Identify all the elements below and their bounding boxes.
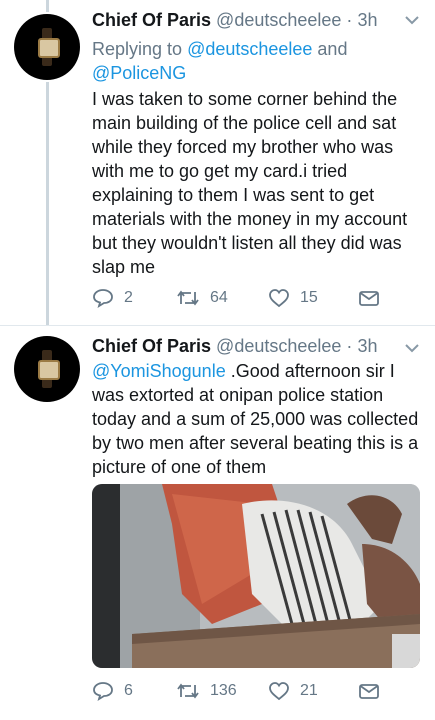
display-name[interactable]: Chief Of Paris: [92, 10, 211, 30]
tweet-header: Chief Of Paris @deutscheelee · 3h: [92, 8, 377, 32]
tweet-text: @YomiShogunle .Good afternoon sir I was …: [92, 359, 422, 479]
reply-icon: [93, 289, 113, 308]
retweet-count: 136: [210, 682, 237, 699]
separator-dot: ·: [346, 10, 353, 30]
share-button[interactable]: [358, 681, 380, 701]
timestamp[interactable]: 3h: [357, 336, 377, 356]
like-button[interactable]: 15: [268, 288, 318, 308]
share-icon: [359, 684, 379, 699]
like-icon: [269, 289, 289, 308]
retweet-button[interactable]: 136: [176, 681, 237, 701]
like-button[interactable]: 21: [268, 681, 318, 701]
tweet-header: Chief Of Paris @deutscheelee · 3h: [92, 334, 377, 358]
like-icon: [269, 682, 289, 701]
reply-icon: [93, 682, 113, 701]
tweet-1[interactable]: Chief Of Paris @deutscheelee · 3h Replyi…: [0, 0, 435, 325]
share-button[interactable]: [358, 288, 380, 308]
separator-dot: ·: [346, 336, 353, 356]
share-icon: [359, 291, 379, 306]
tweet-photo[interactable]: [92, 484, 420, 668]
replying-to-prefix: Replying to: [92, 39, 188, 59]
replying-to: Replying to @deutscheelee and @PoliceNG: [92, 37, 422, 85]
username[interactable]: @deutscheelee: [216, 10, 341, 30]
timestamp[interactable]: 3h: [357, 10, 377, 30]
display-name[interactable]: Chief Of Paris: [92, 336, 211, 356]
chevron-down-icon[interactable]: [405, 12, 419, 28]
retweet-button[interactable]: 64: [176, 288, 228, 308]
avatar[interactable]: [14, 14, 80, 80]
avatar[interactable]: [14, 336, 80, 402]
reply-count: 2: [124, 289, 133, 306]
tweet-text: I was taken to some corner behind the ma…: [92, 89, 408, 277]
reply-count: 6: [124, 682, 133, 699]
retweet-icon: [177, 290, 199, 306]
replying-to-and: and: [312, 39, 348, 59]
like-count: 15: [300, 289, 318, 306]
retweet-count: 64: [210, 289, 228, 306]
replying-to-mention-2[interactable]: @PoliceNG: [92, 63, 186, 83]
tweet-actions: 6 136 21: [92, 681, 392, 707]
chevron-down-icon[interactable]: [405, 340, 419, 356]
mention-link[interactable]: @YomiShogunle: [92, 361, 226, 381]
retweet-icon: [177, 683, 199, 699]
reply-button[interactable]: 2: [92, 288, 133, 308]
like-count: 21: [300, 682, 318, 699]
replying-to-mention-1[interactable]: @deutscheelee: [187, 39, 312, 59]
username[interactable]: @deutscheelee: [216, 336, 341, 356]
tweet-actions: 2 64 15: [92, 288, 392, 314]
reply-button[interactable]: 6: [92, 681, 133, 701]
